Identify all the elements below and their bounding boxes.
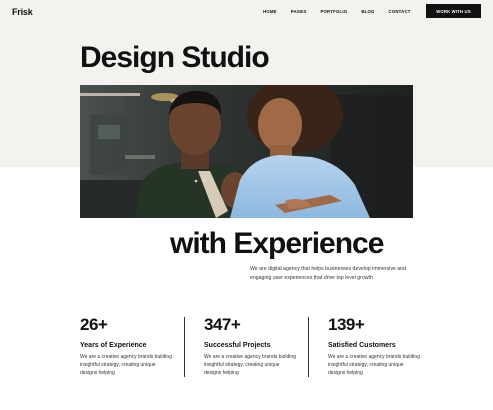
main-menu: HOME PAGES PORTFOLIO BLOG CONTACT [263,9,425,14]
hero-photo-illustration [80,85,413,218]
hero-description: We are digital agency that helps busines… [250,266,406,281]
stat-label: Years of Experience [80,342,147,349]
nav-item-portfolio[interactable]: PORTFOLIO [320,9,347,14]
hero-photo [80,85,413,218]
hero-title-line2: with Experience [170,227,384,260]
stat-value: 139+ [328,315,365,334]
stat-value: 26+ [80,315,108,334]
stat-text: We are a creative agency brands building… [328,354,420,376]
stat-text: We are a creative agency brands building… [204,354,296,376]
nav-item-home[interactable]: HOME [263,9,277,14]
stat-value: 347+ [204,315,241,334]
nav-item-blog[interactable]: BLOG [361,9,374,14]
stat-years-experience: 26+ Years of Experience We are a creativ… [80,316,190,377]
stat-divider [308,317,309,377]
hero-title-line1: Design Studio [80,41,270,74]
nav-item-pages[interactable]: PAGES [291,9,307,14]
stat-label: Satisfied Customers [328,342,396,349]
stat-label: Successful Projects [204,342,271,349]
stat-divider [184,317,185,377]
top-navigation: Frisk HOME PAGES PORTFOLIO BLOG CONTACT … [0,0,493,24]
stat-text: We are a creative agency brands building… [80,354,172,376]
work-with-us-button[interactable]: WORK WITH US [426,4,481,18]
brand-logo[interactable]: Frisk [12,7,33,17]
stat-successful-projects: 347+ Successful Projects We are a creati… [204,316,314,377]
stat-satisfied-customers: 139+ Satisfied Customers We are a creati… [328,316,438,377]
nav-item-contact[interactable]: CONTACT [389,9,411,14]
